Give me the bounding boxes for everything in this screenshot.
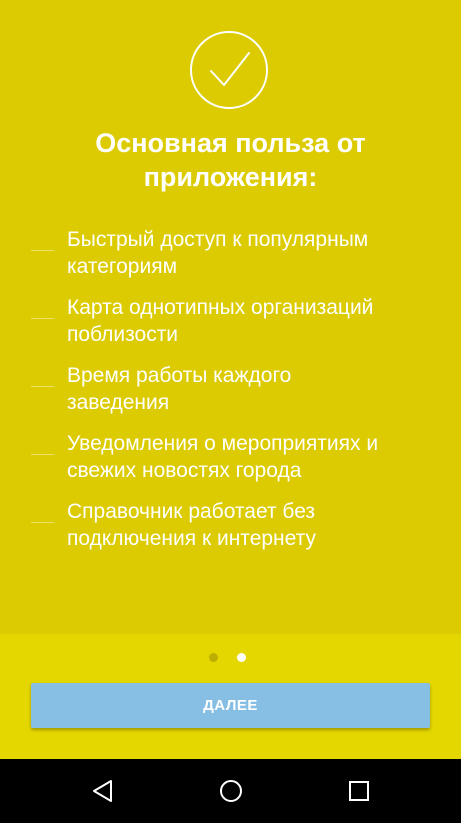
dash-icon xyxy=(31,318,54,319)
home-button[interactable] xyxy=(211,771,251,811)
page-indicator xyxy=(0,653,461,663)
page-dot-2-active[interactable] xyxy=(237,653,246,662)
benefit-text: Справочник работает без подключения к ин… xyxy=(67,500,316,550)
home-icon xyxy=(220,780,242,802)
benefit-text: Быстрый доступ к популярным категориям xyxy=(67,228,369,278)
dash-icon xyxy=(31,454,54,455)
benefit-item: Карта однотипных организаций поблизости xyxy=(0,294,461,362)
recents-button[interactable] xyxy=(339,771,379,811)
onboarding-screen: Основная польза от приложения: Быстрый д… xyxy=(0,0,461,823)
benefit-item: Время работы каждого заведения xyxy=(0,362,461,430)
dash-icon xyxy=(31,250,54,251)
dash-icon xyxy=(31,522,54,523)
benefit-item: Быстрый доступ к популярным категориям xyxy=(0,226,461,294)
onboarding-content: Основная польза от приложения: Быстрый д… xyxy=(0,0,461,634)
benefit-text: Уведомления о мероприятиях и свежих ново… xyxy=(67,432,379,482)
system-nav-bar xyxy=(0,759,461,823)
benefit-text: Время работы каждого заведения xyxy=(67,364,292,414)
checkmark-icon xyxy=(210,52,250,86)
benefits-list: Быстрый доступ к популярным категориям К… xyxy=(0,226,461,566)
benefit-text: Карта однотипных организаций поблизости xyxy=(67,296,374,346)
dash-icon xyxy=(31,386,54,387)
onboarding-footer: ДАЛЕЕ xyxy=(0,634,461,759)
page-title: Основная польза от приложения: xyxy=(95,128,366,192)
back-button[interactable] xyxy=(83,771,123,811)
page-dot-1[interactable] xyxy=(209,653,218,662)
benefit-item: Уведомления о мероприятиях и свежих ново… xyxy=(0,430,461,498)
checkmark-circle-icon xyxy=(190,31,268,109)
back-icon xyxy=(93,780,112,802)
next-button[interactable]: ДАЛЕЕ xyxy=(31,683,430,728)
benefit-item: Справочник работает без подключения к ин… xyxy=(0,498,461,566)
recents-icon xyxy=(349,781,369,801)
